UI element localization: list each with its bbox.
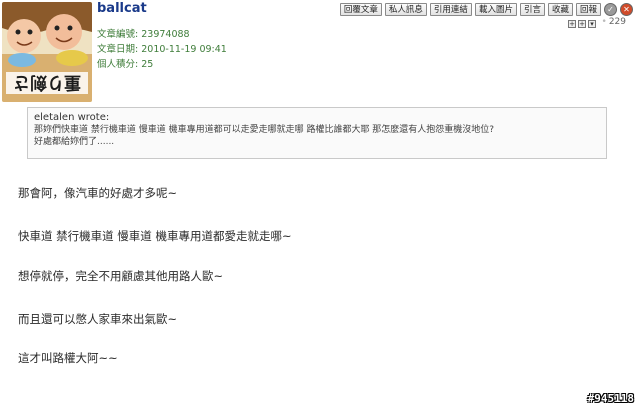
article-id-row: 文章編號: 23974088 [97,27,227,42]
load-images-button[interactable]: 載入圖片 [474,3,517,16]
reply-count: • 229 [602,17,627,27]
close-icon[interactable]: ✕ [620,3,633,16]
bookmark-button[interactable]: 收藏 [547,3,573,16]
avatar-caption: 重り劍さ [13,72,81,93]
private-message-button[interactable]: 私人訊息 [384,3,427,16]
dot-icon: • [601,17,607,27]
check-icon[interactable]: ✓ [604,3,617,16]
reply-button[interactable]: 回覆文章 [339,3,382,16]
quote-button[interactable]: 引言 [519,3,545,16]
article-id-label: 文章編號: [97,29,139,40]
report-button[interactable]: 回報 [575,3,601,16]
reply-count-value: 229 [608,17,626,27]
font-size-controls: + + ▾ [568,20,596,28]
quote-line: 那妳們快車道 禁行機車道 慢車道 機車專用道都可以走愛走哪就走哪 路權比誰都大耶… [34,125,495,135]
post-paragraph: 快車道 禁行機車道 慢車道 機車專用道都愛走就走哪~ [18,229,292,243]
post-toolbar: 回覆文章 私人訊息 引用連結 載入圖片 引言 收藏 回報 ✓ ✕ [339,3,633,16]
username[interactable]: ballcat [97,1,147,16]
caret-icon[interactable]: ▾ [588,20,596,28]
article-date-row: 文章日期: 2010-11-19 09:41 [97,42,227,57]
quote-link-button[interactable]: 引用連結 [429,3,472,16]
avatar[interactable]: 重り劍さ [2,2,92,102]
points-label: 個人積分: [97,59,139,70]
plus-icon[interactable]: + [568,20,576,28]
post-paragraph: 那會阿，像汽車的好處才多呢~ [18,186,178,200]
quote-block: eletalen wrote: 那妳們快車道 禁行機車道 慢車道 機車專用道都可… [27,107,607,159]
post-paragraph: 想停就停，完全不用顧慮其他用路人歐~ [18,269,224,283]
post-paragraph: 而且還可以憋人家車來出氣歐~ [18,312,178,326]
article-id: 23974088 [141,29,190,40]
quote-line: 好處都給妳們了...... [34,137,115,147]
points-value: 25 [141,59,154,70]
article-date-label: 文章日期: [97,44,139,55]
post-paragraph: 這才叫路權大阿~~ [18,351,118,365]
post-number: #945118 [587,392,634,405]
article-date: 2010-11-19 09:41 [141,44,227,55]
points-row: 個人積分: 25 [97,57,227,72]
plus-icon[interactable]: + [578,20,586,28]
post-meta: 文章編號: 23974088 文章日期: 2010-11-19 09:41 個人… [97,27,227,72]
quote-author: eletalen wrote: [34,112,110,123]
